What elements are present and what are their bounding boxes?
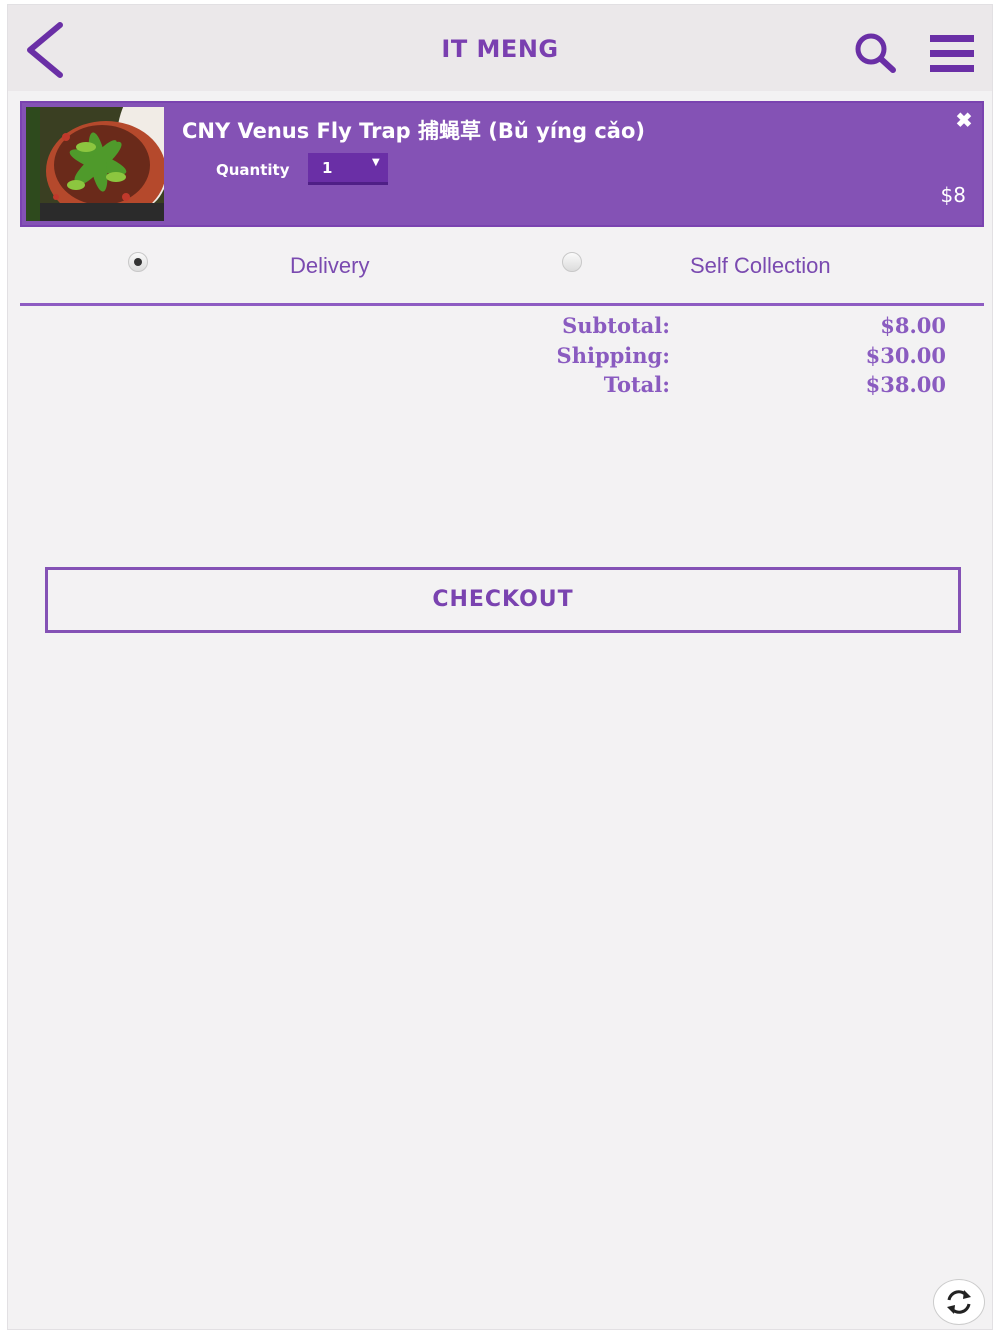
quantity-label: Quantity bbox=[216, 161, 290, 179]
search-button[interactable] bbox=[852, 31, 900, 75]
refresh-icon bbox=[947, 1290, 971, 1314]
total-label: Total: bbox=[603, 372, 670, 397]
self-collection-label: Self Collection bbox=[690, 253, 831, 278]
product-title[interactable]: CNY Venus Fly Trap 捕蝇草 (Bǔ yíng cǎo) bbox=[182, 115, 645, 145]
menu-button[interactable] bbox=[928, 33, 976, 75]
shipping-option-self-collection[interactable]: Self Collection bbox=[552, 241, 892, 285]
quantity-value: 1 bbox=[322, 159, 333, 177]
search-icon bbox=[855, 33, 896, 73]
remove-item-button[interactable]: ✖ bbox=[952, 109, 976, 133]
delivery-label: Delivery bbox=[290, 253, 370, 278]
self-collection-radio[interactable] bbox=[562, 252, 582, 272]
divider bbox=[20, 303, 984, 306]
close-icon: ✖ bbox=[955, 110, 973, 132]
hamburger-menu-icon bbox=[930, 35, 974, 72]
subtotal-label: Subtotal: bbox=[562, 313, 670, 338]
subtotal-value: $8.00 bbox=[880, 313, 946, 338]
item-price: $8 bbox=[940, 183, 966, 207]
cart-item: CNY Venus Fly Trap 捕蝇草 (Bǔ yíng cǎo) Qua… bbox=[20, 101, 984, 227]
shipping-label: Shipping: bbox=[556, 343, 670, 368]
quantity-select[interactable]: 1 ▼ bbox=[308, 153, 388, 185]
delivery-radio[interactable] bbox=[128, 252, 148, 272]
app-frame: IT MENG CNY Venus Fly Trap 捕蝇草 (Bǔ yíng … bbox=[7, 4, 993, 1330]
caret-down-icon: ▼ bbox=[372, 157, 380, 168]
total-value: $38.00 bbox=[865, 372, 946, 397]
shipping-option-delivery[interactable]: Delivery bbox=[118, 241, 418, 285]
checkout-button[interactable]: CHECKOUT bbox=[45, 567, 961, 633]
refresh-button[interactable] bbox=[933, 1279, 985, 1325]
header-bar: IT MENG bbox=[8, 5, 992, 91]
page-title: IT MENG bbox=[441, 35, 559, 63]
radio-selected-dot bbox=[134, 258, 142, 266]
product-image bbox=[26, 107, 164, 221]
shipping-value: $30.00 bbox=[865, 343, 946, 368]
